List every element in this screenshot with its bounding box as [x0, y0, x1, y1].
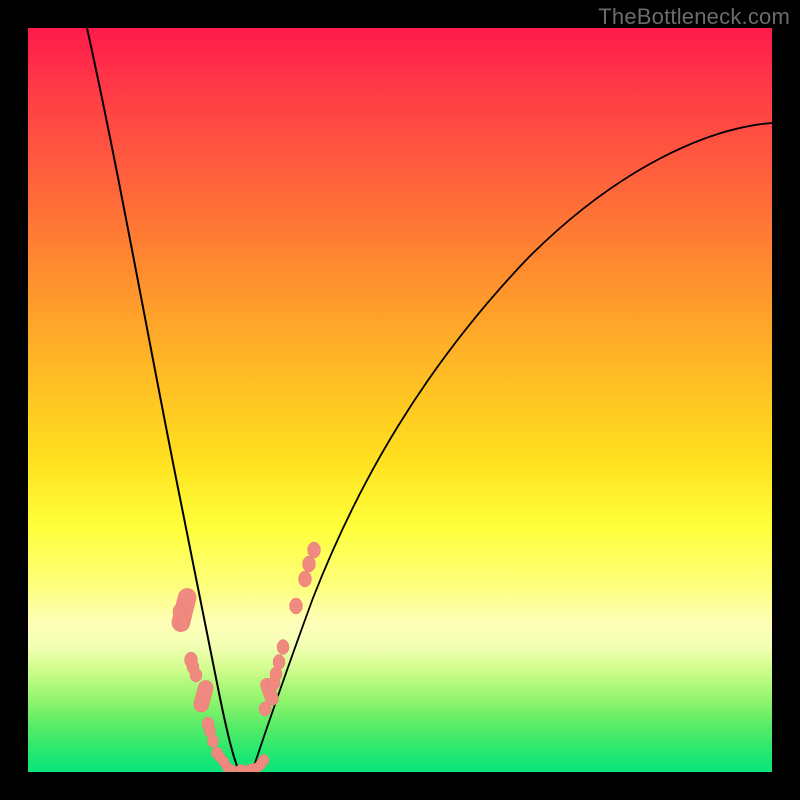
marker-dot — [208, 735, 219, 748]
marker-dot — [299, 571, 312, 587]
marker-dot — [290, 598, 303, 614]
chart-frame: TheBottleneck.com — [0, 0, 800, 800]
marker-dot — [273, 655, 285, 670]
marker-dot — [259, 755, 269, 766]
marker-dot — [226, 765, 236, 773]
curve-layer — [28, 28, 772, 772]
marker-dot — [303, 556, 316, 572]
plot-area — [28, 28, 772, 772]
curve-right — [252, 123, 772, 772]
marker-dot — [308, 542, 321, 558]
marker-dot — [277, 640, 289, 655]
marker-dot — [190, 668, 202, 682]
curve-left — [87, 28, 240, 772]
marker-dot — [177, 615, 189, 631]
marker-dot — [259, 702, 271, 716]
watermark-text: TheBottleneck.com — [598, 4, 790, 30]
marker-dot — [196, 698, 208, 712]
